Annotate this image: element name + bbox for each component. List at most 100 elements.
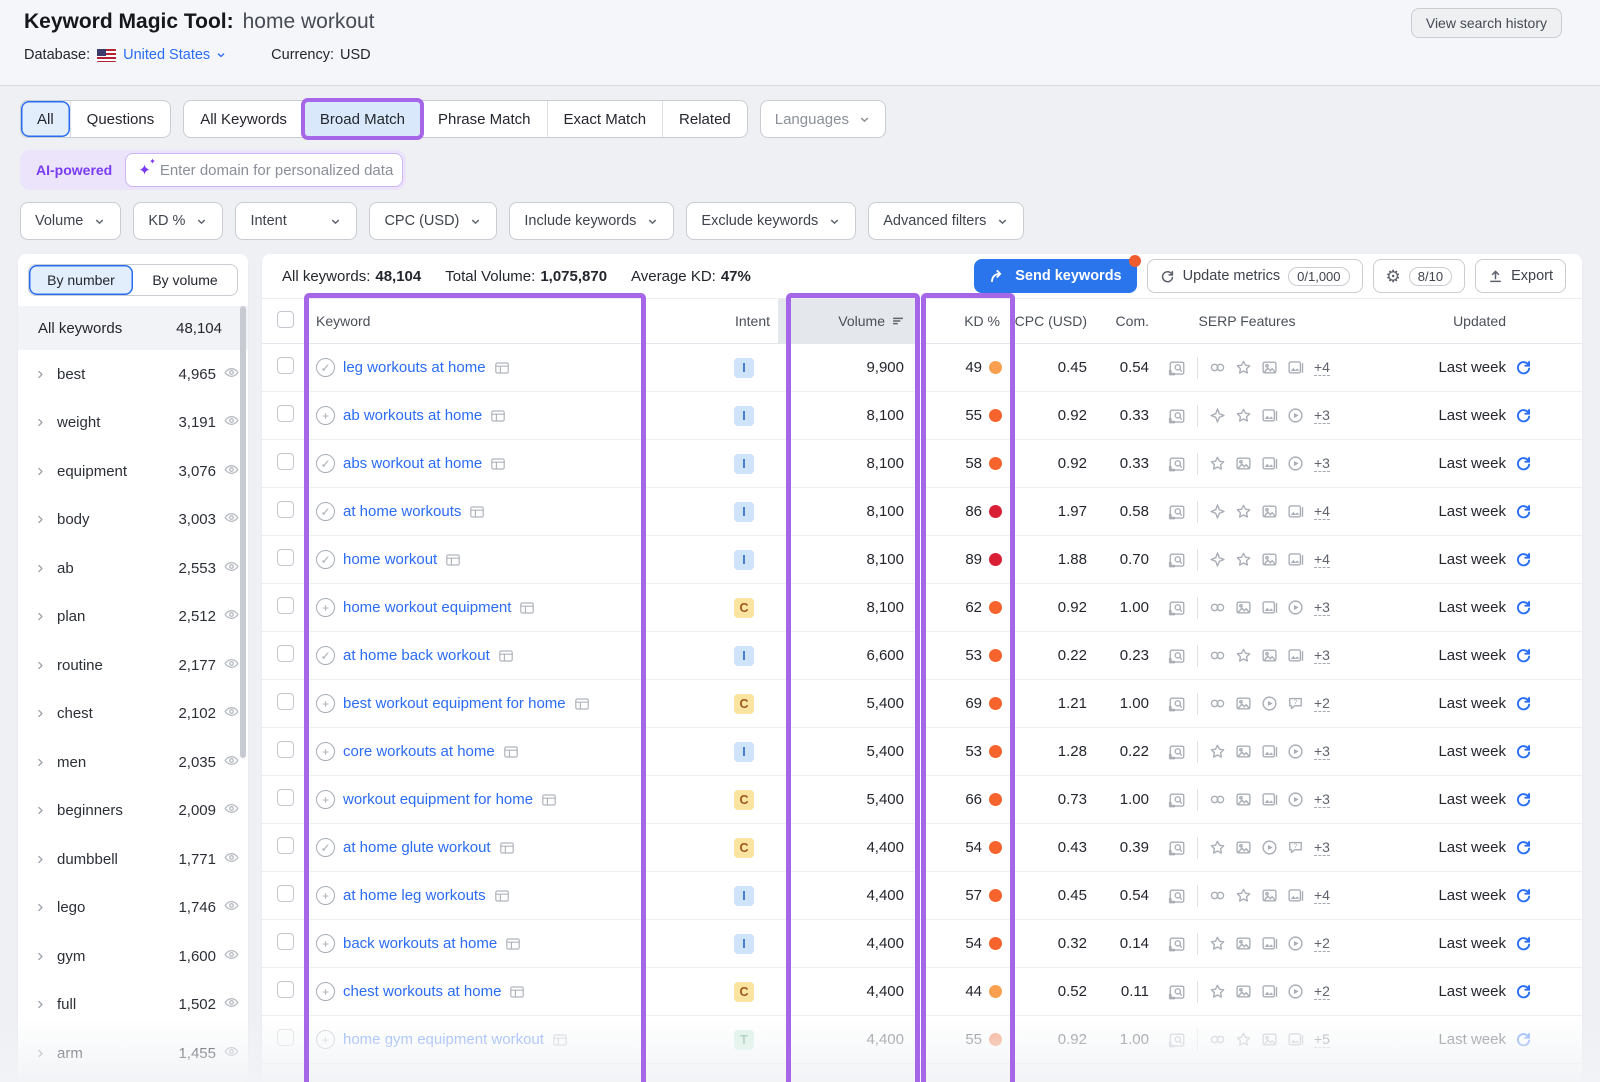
keyword-link[interactable]: at home workouts (343, 503, 461, 520)
row-checkbox[interactable] (277, 981, 294, 998)
toggle-by-number[interactable]: By number (29, 265, 133, 295)
sidebar-group-body[interactable]: body3,003 (18, 496, 248, 545)
refresh-icon[interactable] (1515, 887, 1532, 904)
add-plus-icon[interactable]: + (316, 406, 335, 425)
sidebar-group-weight[interactable]: weight3,191 (18, 399, 248, 448)
sidebar-group-routine[interactable]: routine2,177 (18, 641, 248, 690)
filter-exclude-keywords[interactable]: Exclude keywords (686, 202, 856, 240)
refresh-icon[interactable] (1515, 983, 1532, 1000)
languages-dropdown[interactable]: Languages (760, 100, 886, 138)
sidebar-group-equipment[interactable]: equipment3,076 (18, 447, 248, 496)
refresh-icon[interactable] (1515, 695, 1532, 712)
database-select[interactable]: United States (123, 47, 227, 63)
refresh-icon[interactable] (1515, 599, 1532, 616)
add-plus-icon[interactable]: + (316, 1030, 335, 1049)
serp-more-link[interactable]: +3 (1314, 599, 1330, 616)
view-search-history-button[interactable]: View search history (1411, 8, 1562, 38)
update-metrics-button[interactable]: Update metrics 0/1,000 (1147, 259, 1363, 293)
tab-all-keywords[interactable]: All Keywords (184, 101, 303, 137)
filter-include-keywords[interactable]: Include keywords (509, 202, 674, 240)
sidebar-group-lego[interactable]: lego1,746 (18, 884, 248, 933)
serp-more-link[interactable]: +2 (1314, 695, 1330, 712)
add-plus-icon[interactable]: + (316, 982, 335, 1001)
keyword-link[interactable]: chest workouts at home (343, 983, 501, 1000)
row-checkbox[interactable] (277, 837, 294, 854)
serp-more-link[interactable]: +4 (1314, 551, 1330, 568)
filter-cpc-usd[interactable]: CPC (USD) (369, 202, 497, 240)
serp-more-link[interactable]: +4 (1314, 359, 1330, 376)
refresh-icon[interactable] (1515, 935, 1532, 952)
row-checkbox[interactable] (277, 789, 294, 806)
column-kd[interactable]: KD % (918, 299, 1014, 344)
serp-more-link[interactable]: +3 (1314, 791, 1330, 808)
sidebar-group-plan[interactable]: plan2,512 (18, 593, 248, 642)
export-button[interactable]: Export (1475, 259, 1566, 293)
row-checkbox[interactable] (277, 741, 294, 758)
sidebar-group-ab[interactable]: ab2,553 (18, 544, 248, 593)
refresh-icon[interactable] (1515, 743, 1532, 760)
refresh-icon[interactable] (1515, 839, 1532, 856)
keyword-link[interactable]: at home leg workouts (343, 887, 486, 904)
serp-more-link[interactable]: +3 (1314, 839, 1330, 856)
domain-input[interactable]: ✦✦ Enter domain for personalized data (125, 153, 403, 187)
sidebar-group-best[interactable]: best4,965 (18, 350, 248, 399)
serp-more-link[interactable]: +3 (1314, 743, 1330, 760)
add-plus-icon[interactable]: + (316, 598, 335, 617)
row-checkbox[interactable] (277, 645, 294, 662)
sidebar-group-chest[interactable]: chest2,102 (18, 690, 248, 739)
row-checkbox[interactable] (277, 885, 294, 902)
sidebar-group-beginners[interactable]: beginners2,009 (18, 787, 248, 836)
serp-more-link[interactable]: +3 (1314, 407, 1330, 424)
row-checkbox[interactable] (277, 933, 294, 950)
tab-related[interactable]: Related (662, 101, 747, 137)
row-checkbox[interactable] (277, 405, 294, 422)
tab-questions[interactable]: Questions (70, 101, 171, 137)
serp-more-link[interactable]: +3 (1314, 647, 1330, 664)
filter-advanced-filters[interactable]: Advanced filters (868, 202, 1024, 240)
keyword-link[interactable]: workout equipment for home (343, 791, 533, 808)
keyword-link[interactable]: leg workouts at home (343, 359, 486, 376)
refresh-icon[interactable] (1515, 1031, 1532, 1048)
row-checkbox[interactable] (277, 693, 294, 710)
keyword-link[interactable]: home workout equipment (343, 599, 511, 616)
filter-kd[interactable]: KD % (133, 202, 223, 240)
keyword-link[interactable]: best workout equipment for home (343, 695, 566, 712)
sidebar-group-full[interactable]: full1,502 (18, 981, 248, 1030)
sidebar-group-men[interactable]: men2,035 (18, 738, 248, 787)
row-checkbox[interactable] (277, 597, 294, 614)
add-plus-icon[interactable]: + (316, 694, 335, 713)
add-plus-icon[interactable]: + (316, 742, 335, 761)
refresh-icon[interactable] (1515, 551, 1532, 568)
column-keyword[interactable]: Keyword (308, 299, 648, 344)
send-keywords-button[interactable]: Send keywords (974, 259, 1136, 293)
serp-more-link[interactable]: +5 (1314, 1031, 1330, 1048)
keyword-link[interactable]: ab workouts at home (343, 407, 482, 424)
tab-phrase-match[interactable]: Phrase Match (421, 101, 547, 137)
serp-more-link[interactable]: +3 (1314, 455, 1330, 472)
serp-more-link[interactable]: +4 (1314, 887, 1330, 904)
refresh-icon[interactable] (1515, 407, 1532, 424)
sidebar-all-keywords-row[interactable]: All keywords 48,104 (18, 306, 248, 350)
sidebar-group-dumbbell[interactable]: dumbbell1,771 (18, 835, 248, 884)
refresh-icon[interactable] (1515, 503, 1532, 520)
filter-volume[interactable]: Volume (20, 202, 121, 240)
keyword-link[interactable]: back workouts at home (343, 935, 497, 952)
filter-intent[interactable]: Intent (235, 202, 357, 240)
settings-button[interactable]: ⚙ 8/10 (1373, 259, 1466, 293)
serp-more-link[interactable]: +2 (1314, 935, 1330, 952)
column-updated[interactable]: Updated (1340, 299, 1582, 344)
row-checkbox[interactable] (277, 501, 294, 518)
keyword-link[interactable]: at home back workout (343, 647, 490, 664)
add-plus-icon[interactable]: + (316, 886, 335, 905)
row-checkbox[interactable] (277, 357, 294, 374)
row-checkbox[interactable] (277, 453, 294, 470)
add-plus-icon[interactable]: + (316, 934, 335, 953)
refresh-icon[interactable] (1515, 791, 1532, 808)
keyword-link[interactable]: home workout (343, 551, 437, 568)
tab-broad-match[interactable]: Broad Match (303, 101, 421, 137)
sidebar-scrollbar[interactable] (240, 306, 246, 758)
row-checkbox[interactable] (277, 1029, 294, 1046)
refresh-icon[interactable] (1515, 359, 1532, 376)
tab-exact-match[interactable]: Exact Match (547, 101, 663, 137)
tab-all[interactable]: All (21, 101, 70, 137)
